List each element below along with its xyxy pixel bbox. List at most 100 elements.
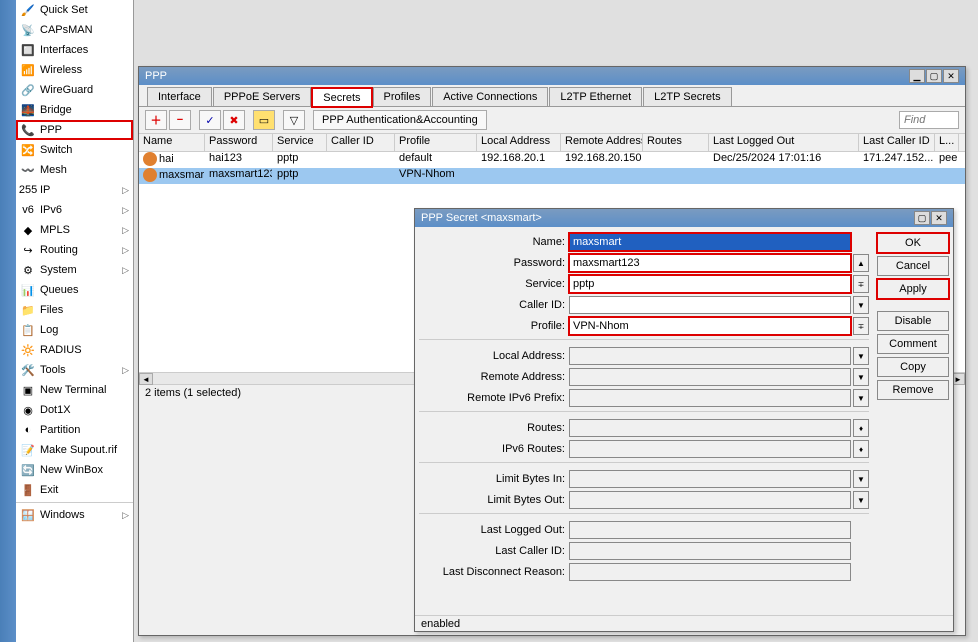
sidebar-item-capsman[interactable]: 📡CAPsMAN — [16, 20, 133, 40]
sidebar-item-ip[interactable]: 255IP▷ — [16, 180, 133, 200]
add-button[interactable]: ＋ — [145, 110, 167, 130]
cancel-button[interactable]: Cancel — [877, 256, 949, 276]
sidebar-item-queues[interactable]: 📊Queues — [16, 280, 133, 300]
menu-icon: ◆ — [20, 222, 36, 238]
tab-pppoe-servers[interactable]: PPPoE Servers — [213, 87, 311, 106]
sidebar-item-label: PPP — [40, 124, 62, 136]
sidebar-item-new-terminal[interactable]: ▣New Terminal — [16, 380, 133, 400]
sidebar-item-wireless[interactable]: 📶Wireless — [16, 60, 133, 80]
comment-button[interactable]: Comment — [877, 334, 949, 354]
service-field[interactable] — [569, 275, 851, 293]
remove-button[interactable]: Remove — [877, 380, 949, 400]
scroll-left-button[interactable]: ◄ — [139, 373, 153, 385]
sidebar-item-files[interactable]: 📁Files — [16, 300, 133, 320]
disable-button[interactable]: Disable — [877, 311, 949, 331]
password-field[interactable] — [569, 254, 851, 272]
auth-accounting-button[interactable]: PPP Authentication&Accounting — [313, 110, 487, 130]
remote-addr-field[interactable] — [569, 368, 851, 386]
enable-button[interactable]: ✓ — [199, 110, 221, 130]
local-addr-field[interactable] — [569, 347, 851, 365]
secret-titlebar[interactable]: PPP Secret <maxsmart> ▢ ✕ — [415, 209, 953, 227]
comment-button[interactable]: ▭ — [253, 110, 275, 130]
col-last-logged-out[interactable]: Last Logged Out — [709, 134, 859, 151]
find-input[interactable] — [899, 111, 959, 129]
col-service[interactable]: Service — [273, 134, 327, 151]
remote-prefix-toggle[interactable]: ▼ — [853, 389, 869, 407]
close-button[interactable]: ✕ — [943, 69, 959, 83]
table-row[interactable]: haihai123pptpdefault192.168.20.1192.168.… — [139, 152, 965, 168]
ipv6-routes-toggle[interactable]: ♦ — [853, 440, 869, 458]
label-caller-id: Caller ID: — [419, 299, 569, 311]
copy-button[interactable]: Copy — [877, 357, 949, 377]
sidebar-item-radius[interactable]: 🔆RADIUS — [16, 340, 133, 360]
apply-button[interactable]: Apply — [877, 279, 949, 299]
routes-toggle[interactable]: ♦ — [853, 419, 869, 437]
caller-id-toggle[interactable]: ▼ — [853, 296, 869, 314]
local-addr-toggle[interactable]: ▼ — [853, 347, 869, 365]
remote-prefix-field[interactable] — [569, 389, 851, 407]
remote-addr-toggle[interactable]: ▼ — [853, 368, 869, 386]
sidebar-item-interfaces[interactable]: 🔲Interfaces — [16, 40, 133, 60]
ppp-title: PPP — [145, 70, 167, 82]
col-routes[interactable]: Routes — [643, 134, 709, 151]
sidebar-item-ppp[interactable]: 📞PPP — [16, 120, 133, 140]
col-last-caller-id[interactable]: Last Caller ID — [859, 134, 935, 151]
service-dropdown[interactable]: ∓ — [853, 275, 869, 293]
sidebar-item-mpls[interactable]: ◆MPLS▷ — [16, 220, 133, 240]
menu-icon: 🌉 — [20, 102, 36, 118]
sidebar-item-exit[interactable]: 🚪Exit — [16, 480, 133, 500]
table-row[interactable]: maxsmartmaxsmart123pptpVPN-Nhom — [139, 168, 965, 184]
sidebar-item-quick-set[interactable]: 🖌️Quick Set — [16, 0, 133, 20]
password-toggle[interactable]: ▲ — [853, 254, 869, 272]
sidebar-item-windows[interactable]: 🪟 Windows ▷ — [16, 505, 133, 525]
label-last-reason: Last Disconnect Reason: — [419, 566, 569, 578]
sidebar-item-routing[interactable]: ↪Routing▷ — [16, 240, 133, 260]
profile-field[interactable] — [569, 317, 851, 335]
routes-field[interactable] — [569, 419, 851, 437]
col-remote-addr[interactable]: Remote Address — [561, 134, 643, 151]
tab-profiles[interactable]: Profiles — [373, 87, 432, 106]
ok-button[interactable]: OK — [877, 233, 949, 253]
disable-button[interactable]: ✖ — [223, 110, 245, 130]
tab-l2tp-ethernet[interactable]: L2TP Ethernet — [549, 87, 642, 106]
sidebar-item-log[interactable]: 📋Log — [16, 320, 133, 340]
sidebar-item-wireguard[interactable]: 🔗WireGuard — [16, 80, 133, 100]
tab-active-connections[interactable]: Active Connections — [432, 87, 548, 106]
limit-out-toggle[interactable]: ▼ — [853, 491, 869, 509]
sidebar-item-partition[interactable]: ◐Partition — [16, 420, 133, 440]
content-area: PPP ▁ ▢ ✕ InterfacePPPoE ServersSecretsP… — [134, 0, 978, 642]
tab-l2tp-secrets[interactable]: L2TP Secrets — [643, 87, 731, 106]
filter-button[interactable]: ▽ — [283, 110, 305, 130]
close-button[interactable]: ✕ — [931, 211, 947, 225]
caller-id-field[interactable] — [569, 296, 851, 314]
remove-button[interactable]: − — [169, 110, 191, 130]
sidebar-item-ipv6[interactable]: v6IPv6▷ — [16, 200, 133, 220]
name-field[interactable] — [569, 233, 851, 251]
col-local-addr[interactable]: Local Address — [477, 134, 561, 151]
maximize-button[interactable]: ▢ — [914, 211, 930, 225]
col-last[interactable]: L... — [935, 134, 959, 151]
sidebar-item-switch[interactable]: 🔀Switch — [16, 140, 133, 160]
col-caller-id[interactable]: Caller ID — [327, 134, 395, 151]
ppp-titlebar[interactable]: PPP ▁ ▢ ✕ — [139, 67, 965, 85]
limit-in-toggle[interactable]: ▼ — [853, 470, 869, 488]
sidebar-item-bridge[interactable]: 🌉Bridge — [16, 100, 133, 120]
sidebar-item-new-winbox[interactable]: 🔄New WinBox — [16, 460, 133, 480]
ipv6-routes-field[interactable] — [569, 440, 851, 458]
limit-in-field[interactable] — [569, 470, 851, 488]
profile-dropdown[interactable]: ∓ — [853, 317, 869, 335]
sidebar-item-mesh[interactable]: 〰️Mesh — [16, 160, 133, 180]
sidebar-item-tools[interactable]: 🛠️Tools▷ — [16, 360, 133, 380]
sidebar-item-label: Interfaces — [40, 44, 88, 56]
tab-secrets[interactable]: Secrets — [312, 88, 371, 107]
minimize-button[interactable]: ▁ — [909, 69, 925, 83]
col-password[interactable]: Password — [205, 134, 273, 151]
tab-interface[interactable]: Interface — [147, 87, 212, 106]
maximize-button[interactable]: ▢ — [926, 69, 942, 83]
col-name[interactable]: Name — [139, 134, 205, 151]
col-profile[interactable]: Profile — [395, 134, 477, 151]
sidebar-item-dot1x[interactable]: ◉Dot1X — [16, 400, 133, 420]
limit-out-field[interactable] — [569, 491, 851, 509]
sidebar-item-make-supout-rif[interactable]: 📝Make Supout.rif — [16, 440, 133, 460]
sidebar-item-system[interactable]: ⚙System▷ — [16, 260, 133, 280]
